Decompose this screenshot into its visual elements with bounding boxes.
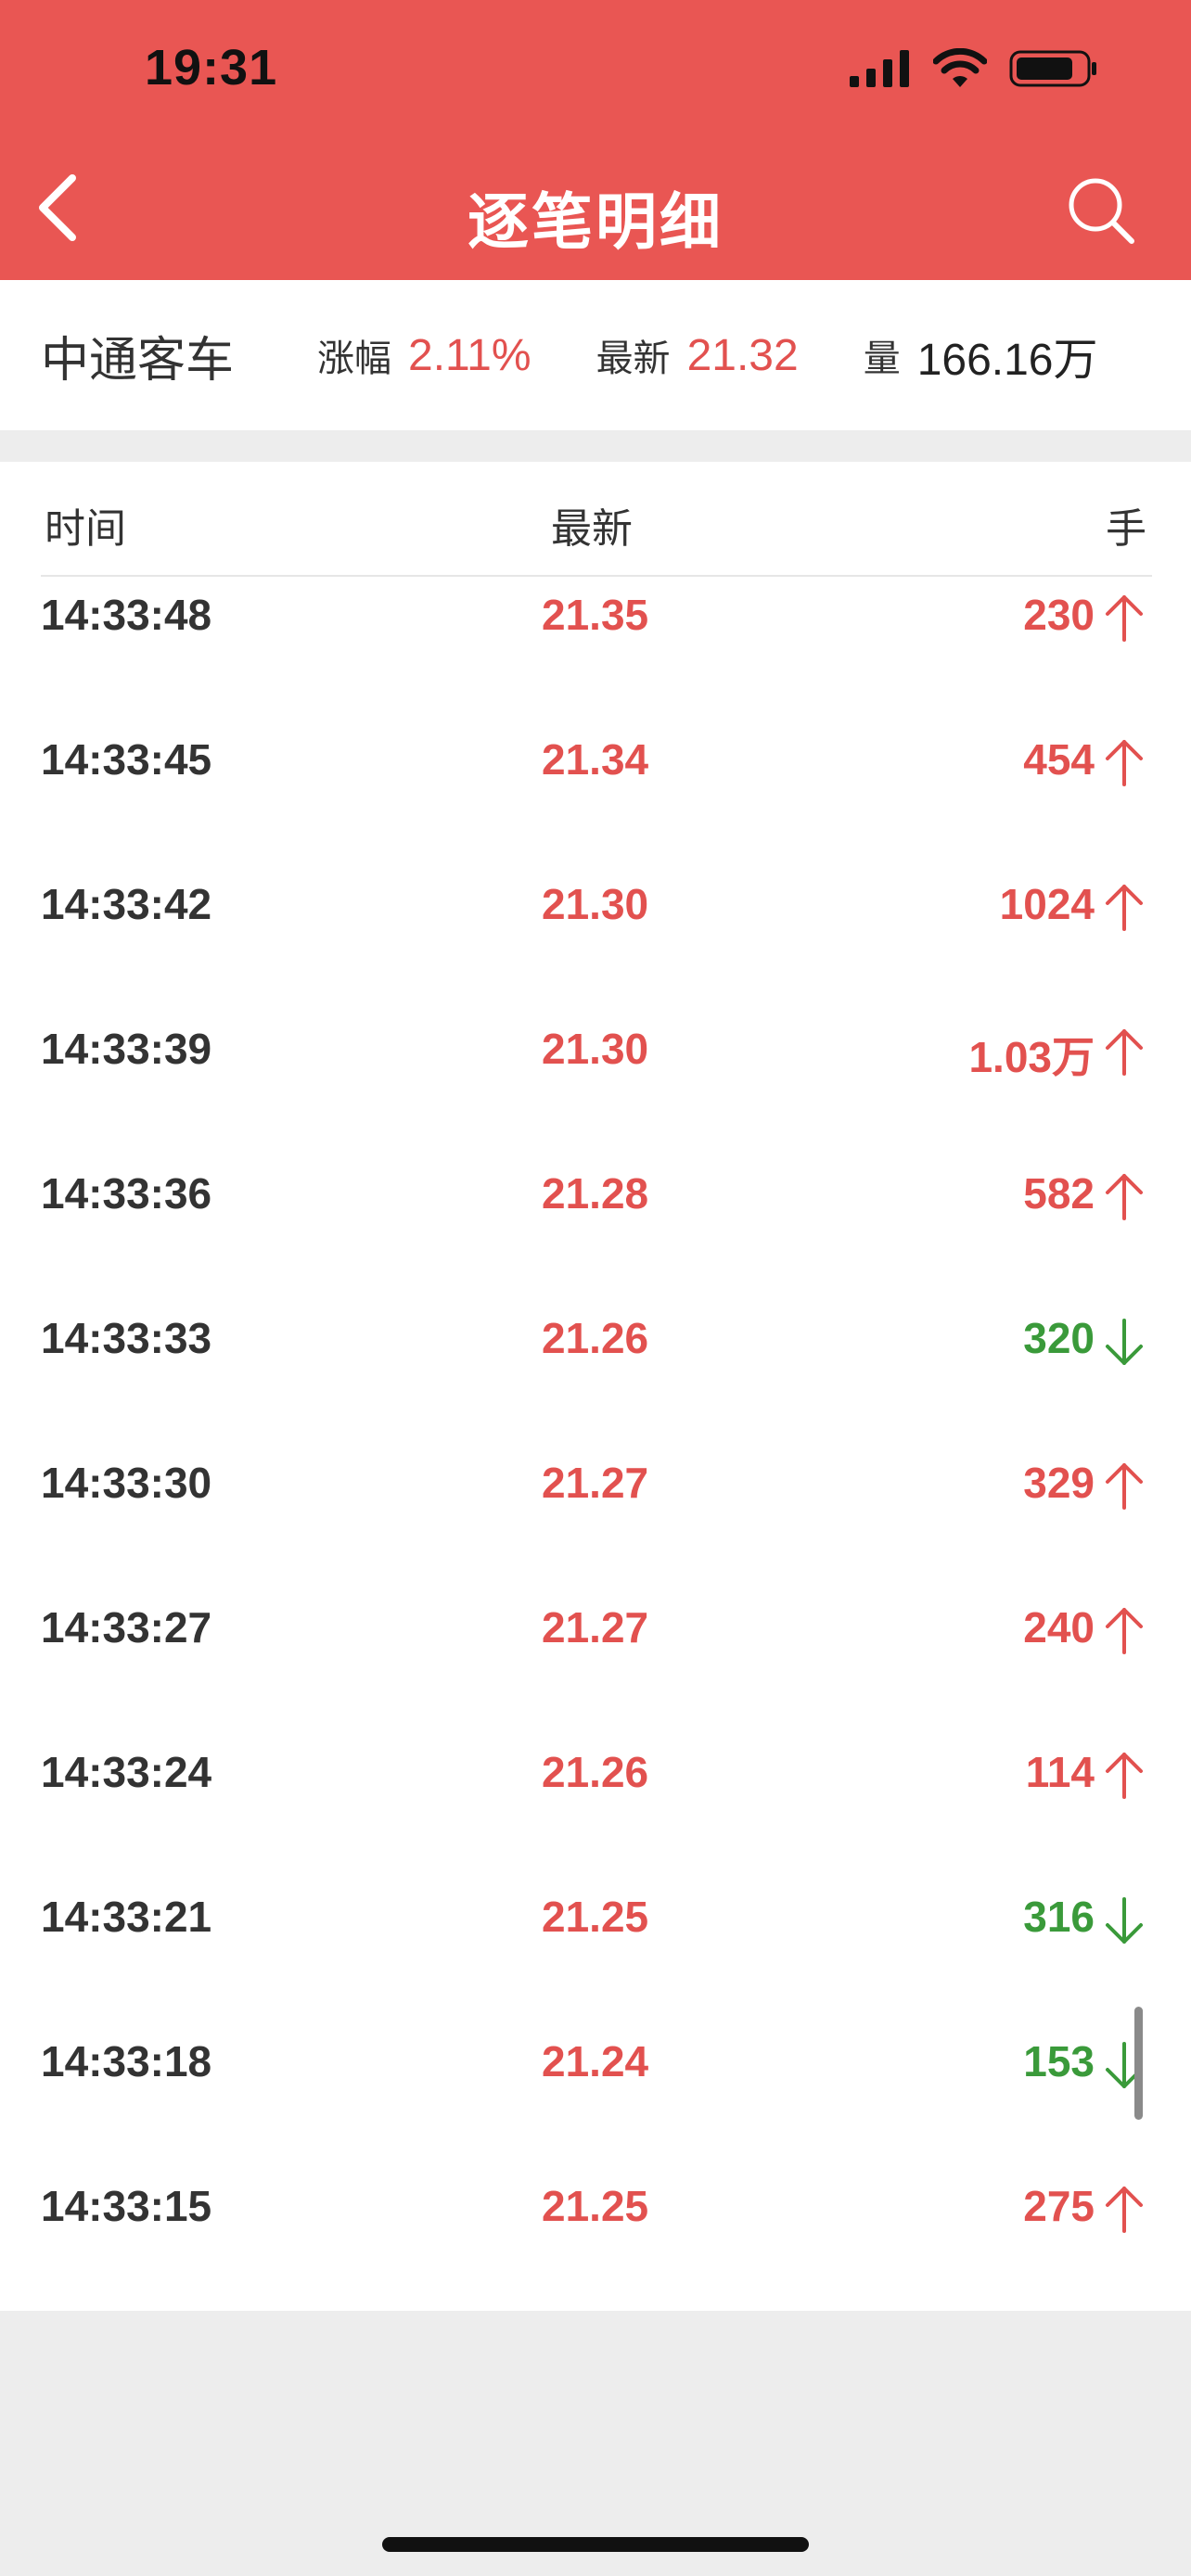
row-time: 14:33:48 <box>41 591 212 639</box>
row-price: 21.24 <box>542 2037 649 2085</box>
search-icon[interactable] <box>1065 174 1137 247</box>
table-row: 14:33:15 21.25 275 <box>0 2170 1191 2315</box>
home-indicator[interactable] <box>382 2537 809 2552</box>
row-price: 21.25 <box>542 2182 649 2230</box>
arrow-up-icon <box>1106 740 1143 786</box>
row-price: 21.27 <box>542 1459 649 1507</box>
row-volume: 275 <box>1023 2182 1095 2230</box>
row-time: 14:33:45 <box>41 735 212 784</box>
app-header: 19:31 逐笔明细 <box>0 0 1191 280</box>
table-row: 14:33:27 21.27 240 <box>0 1591 1191 1736</box>
row-time: 14:33:33 <box>41 1314 212 1362</box>
row-volume: 1.03万 <box>968 1033 1095 1081</box>
row-price: 21.26 <box>542 1314 649 1362</box>
stock-info-bar: 中通客车 涨幅 2.11% 最新 21.32 量 166.16万 <box>0 280 1191 430</box>
row-price: 21.28 <box>542 1169 649 1218</box>
table-row: 14:33:42 21.30 1024 <box>0 868 1191 1013</box>
row-time: 14:33:21 <box>41 1893 212 1941</box>
arrow-down-icon <box>1106 1319 1143 1365</box>
table-row: 14:33:36 21.28 582 <box>0 1157 1191 1302</box>
change-label: 涨幅 <box>317 338 392 379</box>
tick-detail-table[interactable]: 时间 最新 手 14:33:48 21.35 230 14:33:45 21.34 454… <box>0 462 1191 2311</box>
row-volume: 114 <box>1025 1748 1095 1796</box>
table-row: 14:33:45 21.34 454 <box>0 723 1191 868</box>
row-price: 21.30 <box>542 880 649 928</box>
row-price: 21.34 <box>542 735 649 784</box>
status-time: 19:31 <box>145 40 278 96</box>
arrow-up-icon <box>1106 1029 1143 1076</box>
table-row: 14:33:39 21.30 1.03万 <box>0 1013 1191 1157</box>
table-row: 14:33:33 21.26 320 <box>0 1302 1191 1447</box>
row-volume: 316 <box>1023 1893 1095 1941</box>
row-volume: 230 <box>1023 591 1095 639</box>
row-time: 14:33:42 <box>41 880 212 928</box>
change-value: 2.11% <box>408 330 531 380</box>
table-row: 14:33:48 21.35 230 <box>0 579 1191 723</box>
row-volume: 153 <box>1023 2037 1095 2085</box>
arrow-up-icon <box>1106 2187 1143 2233</box>
row-price: 21.25 <box>542 1893 649 1941</box>
row-price: 21.27 <box>542 1603 649 1651</box>
arrow-up-icon <box>1106 885 1143 931</box>
row-time: 14:33:30 <box>41 1459 212 1507</box>
row-volume: 582 <box>1023 1169 1095 1218</box>
row-volume: 329 <box>1023 1459 1095 1507</box>
status-icons <box>850 48 1098 89</box>
table-header: 时间 最新 手 <box>41 462 1152 577</box>
volume-label: 量 <box>863 338 901 379</box>
volume-value: 166.16万 <box>916 336 1098 385</box>
wifi-icon <box>933 48 987 87</box>
arrow-up-icon <box>1106 595 1143 642</box>
row-time: 14:33:36 <box>41 1169 212 1218</box>
latest-value: 21.32 <box>686 330 799 380</box>
table-body: 14:33:48 21.35 230 14:33:45 21.34 454 14:33:42… <box>0 579 1191 2315</box>
row-time: 14:33:39 <box>41 1025 212 1073</box>
signal-icon <box>850 50 909 87</box>
row-volume: 320 <box>1023 1314 1095 1362</box>
row-volume: 240 <box>1023 1603 1095 1651</box>
arrow-up-icon <box>1106 1463 1143 1510</box>
table-row: 14:33:18 21.24 153 <box>0 2025 1191 2170</box>
page-title: 逐笔明细 <box>467 187 724 256</box>
table-row: 14:33:30 21.27 329 <box>0 1447 1191 1591</box>
row-price: 21.35 <box>542 591 649 639</box>
battery-icon <box>1009 50 1096 87</box>
scrollbar[interactable] <box>1134 2007 1143 2120</box>
table-row: 14:33:24 21.26 114 <box>0 1736 1191 1881</box>
arrow-up-icon <box>1106 1753 1143 1799</box>
header-price: 最新 <box>551 506 633 552</box>
row-price: 21.26 <box>542 1748 649 1796</box>
arrow-up-icon <box>1106 1608 1143 1654</box>
row-time: 14:33:24 <box>41 1748 212 1796</box>
row-price: 21.30 <box>542 1025 649 1073</box>
table-row: 14:33:21 21.25 316 <box>0 1881 1191 2025</box>
row-time: 14:33:18 <box>41 2037 212 2085</box>
latest-label: 最新 <box>596 338 671 379</box>
header-volume: 手 <box>1106 506 1146 552</box>
arrow-down-icon <box>1106 1897 1143 1944</box>
row-time: 14:33:15 <box>41 2182 212 2230</box>
row-time: 14:33:27 <box>41 1603 212 1651</box>
row-volume: 1024 <box>999 880 1095 928</box>
arrow-up-icon <box>1106 1174 1143 1220</box>
stock-name: 中通客车 <box>41 333 235 388</box>
header-time: 时间 <box>45 506 126 552</box>
row-volume: 454 <box>1023 735 1095 784</box>
